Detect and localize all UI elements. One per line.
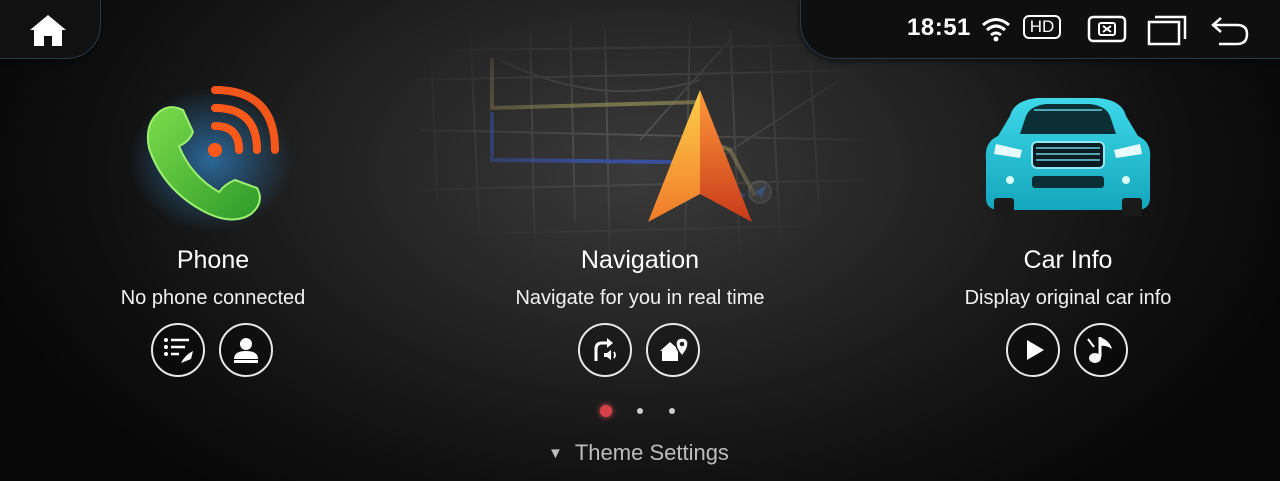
page-dot-2[interactable] [637,408,643,414]
voice-guidance-icon [594,338,616,361]
close-app-icon[interactable] [1087,14,1127,44]
home-location-button[interactable] [646,323,700,377]
voice-guidance-button[interactable] [578,323,632,377]
car-icon[interactable] [948,80,1188,230]
windows-icon[interactable] [1147,14,1187,46]
phone-icon[interactable] [93,80,333,230]
call-log-button[interactable] [151,323,205,377]
phone-subtitle: No phone connected [120,287,306,309]
play-button[interactable] [1006,323,1060,377]
navigation-title: Navigation [580,246,700,274]
play-icon [1027,340,1044,360]
triangle-down-icon: ▼ [548,445,563,462]
status-bar: 18:51 HD [800,0,1280,59]
page-dot-3[interactable] [669,408,675,414]
page-dot-1-active[interactable] [600,405,612,417]
music-button[interactable] [1074,323,1128,377]
car-info-title: Car Info [1023,246,1113,274]
navigation-subtitle: Navigate for you in real time [515,287,765,309]
theme-settings-button[interactable]: ▼ Theme Settings [548,440,729,468]
top-left-bar [0,0,101,59]
call-log-icon [164,338,193,363]
clock: 18:51 [907,14,971,41]
phone-title: Phone [176,246,250,274]
contacts-button[interactable] [219,323,273,377]
wifi-icon [982,18,1010,42]
contacts-icon [234,338,258,363]
home-screen: 18:51 HD Phone No phone connected Naviga… [0,0,1280,481]
home-icon[interactable] [26,12,70,48]
car-info-subtitle: Display original car info [964,287,1172,309]
hd-badge: HD [1023,15,1061,39]
theme-settings-label: Theme Settings [574,440,729,465]
music-icon [1087,337,1112,363]
back-icon[interactable] [1209,12,1251,48]
page-indicator [598,404,688,418]
home-location-icon [660,337,689,361]
navigation-arrow-icon[interactable] [520,80,760,230]
